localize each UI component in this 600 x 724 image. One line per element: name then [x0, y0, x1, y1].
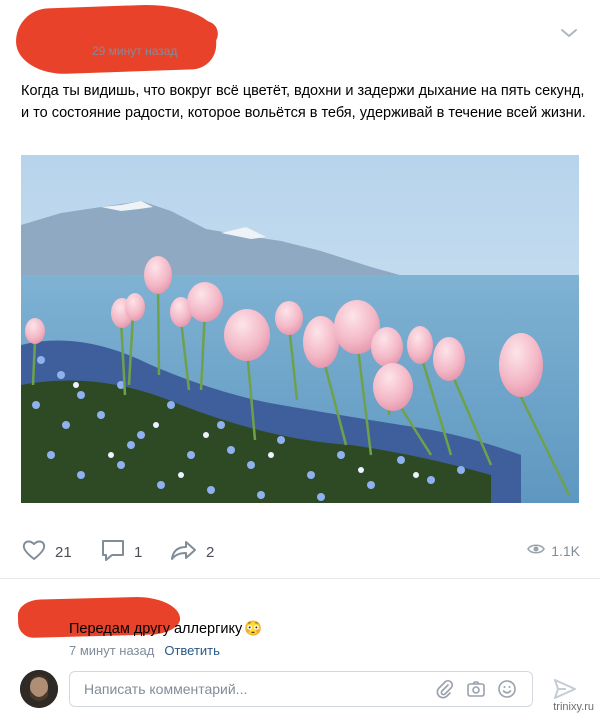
post-menu-chevron-down-icon[interactable]: [558, 22, 580, 44]
comment-count: 1: [134, 543, 143, 561]
like-count: 21: [55, 543, 72, 561]
eye-icon: [527, 542, 546, 559]
share-arrow-icon: [170, 538, 198, 566]
post-photo[interactable]: [21, 155, 579, 503]
post-header: 29 минут назад: [0, 0, 600, 76]
comment-body: Передам другу аллергику: [69, 620, 243, 637]
avatar[interactable]: [20, 670, 58, 708]
watermark: trinixy.ru: [553, 701, 594, 713]
post-text: Когда ты видишь, что вокруг всё цветёт, …: [21, 83, 586, 121]
comment-meta: 7 минут назад Ответить: [69, 643, 220, 658]
comment-bubble-icon: [100, 538, 126, 566]
author-redaction: [14, 2, 218, 76]
camera-icon[interactable]: [466, 679, 486, 699]
comment-input[interactable]: Написать комментарий...: [69, 671, 533, 707]
smiley-icon[interactable]: [497, 679, 517, 699]
reply-link[interactable]: Ответить: [164, 643, 220, 658]
views-count: 1.1K: [551, 542, 580, 559]
flushed-face-emoji: 😳: [244, 621, 263, 637]
comment-button[interactable]: 1: [100, 540, 142, 564]
share-button[interactable]: 2: [170, 540, 214, 564]
divider: [0, 578, 600, 579]
like-button[interactable]: 21: [21, 540, 72, 564]
send-icon[interactable]: [553, 678, 577, 700]
post-time[interactable]: 29 минут назад: [92, 44, 177, 58]
comment-text: Передам другу аллергику 😳: [69, 620, 263, 638]
comment-placeholder: Написать комментарий...: [84, 681, 248, 697]
views-counter: 1.1K: [527, 542, 580, 559]
comment-time[interactable]: 7 минут назад: [69, 643, 154, 658]
paperclip-icon[interactable]: [435, 679, 455, 699]
post-actions: 21 1 2 1.1K: [0, 532, 600, 572]
heart-icon: [21, 538, 47, 566]
share-count: 2: [206, 543, 215, 561]
